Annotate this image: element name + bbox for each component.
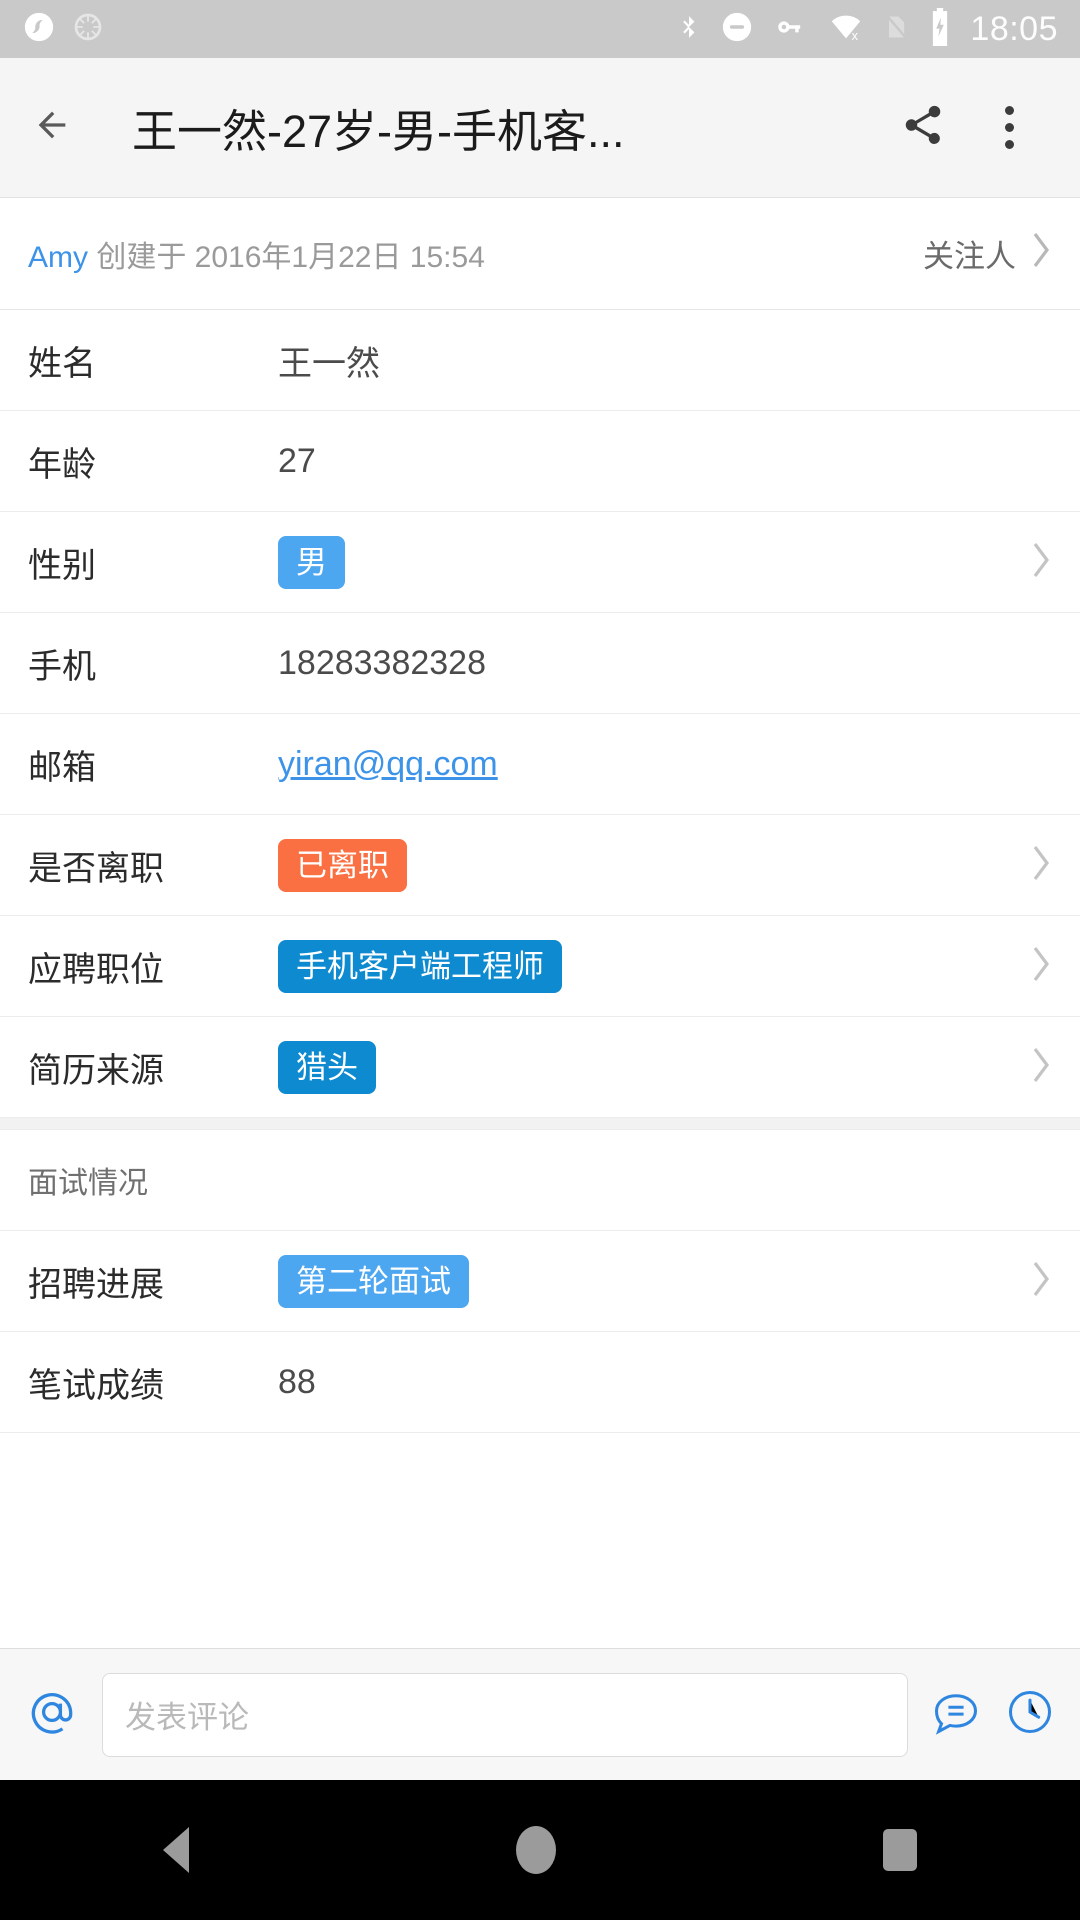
field-row: 姓名 王一然 xyxy=(0,310,1080,411)
field-label: 是否离职 xyxy=(28,849,164,888)
field-label: 手机 xyxy=(28,647,96,686)
field-value-cell: 手机客户端工程师 xyxy=(278,939,1012,993)
chevron-right-icon xyxy=(1030,1045,1052,1090)
comment-bubble-icon[interactable] xyxy=(930,1686,982,1743)
status-bar-left-icons xyxy=(22,10,104,49)
field-row[interactable]: 性别 男 xyxy=(0,512,1080,613)
field-label: 简历来源 xyxy=(28,1051,164,1090)
field-value: 88 xyxy=(278,1362,316,1401)
record-meta-row: Amy 创建于 2016年1月22日 15:54 关注人 xyxy=(0,198,1080,310)
nav-home-icon[interactable] xyxy=(515,1826,556,1874)
field-row: 年龄 27 xyxy=(0,411,1080,512)
vpn-key-icon xyxy=(772,10,810,49)
share-button[interactable] xyxy=(880,102,966,153)
clock-history-icon[interactable] xyxy=(1004,1686,1056,1743)
field-badge[interactable]: 男 xyxy=(278,535,345,589)
app-notification-icon xyxy=(22,10,56,49)
sim-card-missing-icon xyxy=(882,9,910,50)
field-value-cell: 第二轮面试 xyxy=(278,1254,1012,1308)
comment-input[interactable]: 发表评论 xyxy=(102,1672,908,1757)
chevron-right-icon xyxy=(1030,230,1052,278)
field-label: 性别 xyxy=(28,546,96,585)
more-vertical-icon xyxy=(1004,106,1014,149)
status-bar: x 18:05 xyxy=(0,0,1080,58)
followers-button[interactable]: 关注人 xyxy=(923,230,1052,278)
do-not-disturb-icon xyxy=(720,10,754,49)
comment-placeholder: 发表评论 xyxy=(125,1700,249,1735)
nav-recents-icon[interactable] xyxy=(882,1829,917,1871)
status-bar-clock: 18:05 xyxy=(970,9,1058,48)
field-label: 邮箱 xyxy=(28,748,96,787)
field-value-cell: 已离职 xyxy=(278,838,1012,892)
field-label: 笔试成绩 xyxy=(28,1366,164,1405)
field-row[interactable]: 是否离职 已离职 xyxy=(0,815,1080,916)
field-value-cell: 18283382328 xyxy=(278,644,1012,683)
field-value-cell: yiran@qq.com xyxy=(278,745,1012,784)
chevron-right-icon xyxy=(1030,843,1052,888)
field-row: 笔试成绩 88 xyxy=(0,1332,1080,1433)
overflow-menu-button[interactable] xyxy=(966,106,1052,149)
app-bar: 王一然-27岁-男-手机客... xyxy=(0,58,1080,198)
field-value: 18283382328 xyxy=(278,643,487,682)
field-value: 27 xyxy=(278,441,316,480)
android-nav-bar xyxy=(0,1780,1080,1920)
field-chevron[interactable] xyxy=(1012,540,1052,585)
field-value-link[interactable]: yiran@qq.com xyxy=(278,745,498,783)
field-value-cell: 猎头 xyxy=(278,1040,1012,1094)
field-value-cell: 27 xyxy=(278,442,1012,481)
section-divider xyxy=(0,1118,1080,1130)
bluetooth-icon xyxy=(676,9,702,50)
field-value-cell: 88 xyxy=(278,1363,1012,1402)
field-label: 姓名 xyxy=(28,344,96,383)
record-author[interactable]: Amy xyxy=(28,241,88,274)
field-row: 手机 18283382328 xyxy=(0,613,1080,714)
share-icon xyxy=(900,102,946,153)
field-label: 招聘进展 xyxy=(28,1265,164,1304)
field-chevron[interactable] xyxy=(1012,843,1052,888)
chevron-right-icon xyxy=(1030,1259,1052,1304)
field-row[interactable]: 简历来源 猎头 xyxy=(0,1017,1080,1118)
field-badge[interactable]: 已离职 xyxy=(278,838,407,892)
page-title: 王一然-27岁-男-手机客... xyxy=(132,106,625,157)
battery-charging-icon xyxy=(928,7,952,51)
record-meta-text: Amy 创建于 2016年1月22日 15:54 xyxy=(28,232,923,276)
comment-bar: 发表评论 xyxy=(0,1648,1080,1780)
record-created-text: 创建于 2016年1月22日 15:54 xyxy=(96,240,485,274)
field-badge[interactable]: 猎头 xyxy=(278,1040,376,1094)
field-chevron[interactable] xyxy=(1012,1259,1052,1304)
back-arrow-icon xyxy=(28,105,76,150)
field-value-cell: 男 xyxy=(278,535,1012,589)
wifi-off-icon: x xyxy=(828,10,864,49)
field-label: 应聘职位 xyxy=(28,950,164,989)
chevron-right-icon xyxy=(1030,540,1052,585)
field-badge[interactable]: 手机客户端工程师 xyxy=(278,939,562,993)
followers-label: 关注人 xyxy=(923,239,1016,274)
field-value: 王一然 xyxy=(278,344,380,383)
chevron-right-icon xyxy=(1030,944,1052,989)
field-label: 年龄 xyxy=(28,445,96,484)
section-header-interview: 面试情况 xyxy=(0,1130,1080,1231)
back-button[interactable] xyxy=(28,105,104,150)
field-badge[interactable]: 第二轮面试 xyxy=(278,1254,469,1308)
field-row: 邮箱 yiran@qq.com xyxy=(0,714,1080,815)
sync-icon xyxy=(72,11,104,48)
status-bar-right-icons: x 18:05 xyxy=(676,7,1058,51)
svg-text:x: x xyxy=(852,27,859,42)
field-row[interactable]: 招聘进展 第二轮面试 xyxy=(0,1231,1080,1332)
nav-back-icon[interactable] xyxy=(163,1827,190,1873)
field-chevron[interactable] xyxy=(1012,944,1052,989)
field-value-cell: 王一然 xyxy=(278,336,1012,385)
at-mention-icon[interactable] xyxy=(24,1684,80,1745)
detail-field-list[interactable]: 姓名 王一然年龄 27 性别 男手机 18283382328 邮箱 yiran@qq.com 是… xyxy=(0,310,1080,1766)
field-row[interactable]: 应聘职位 手机客户端工程师 xyxy=(0,916,1080,1017)
field-chevron[interactable] xyxy=(1012,1045,1052,1090)
